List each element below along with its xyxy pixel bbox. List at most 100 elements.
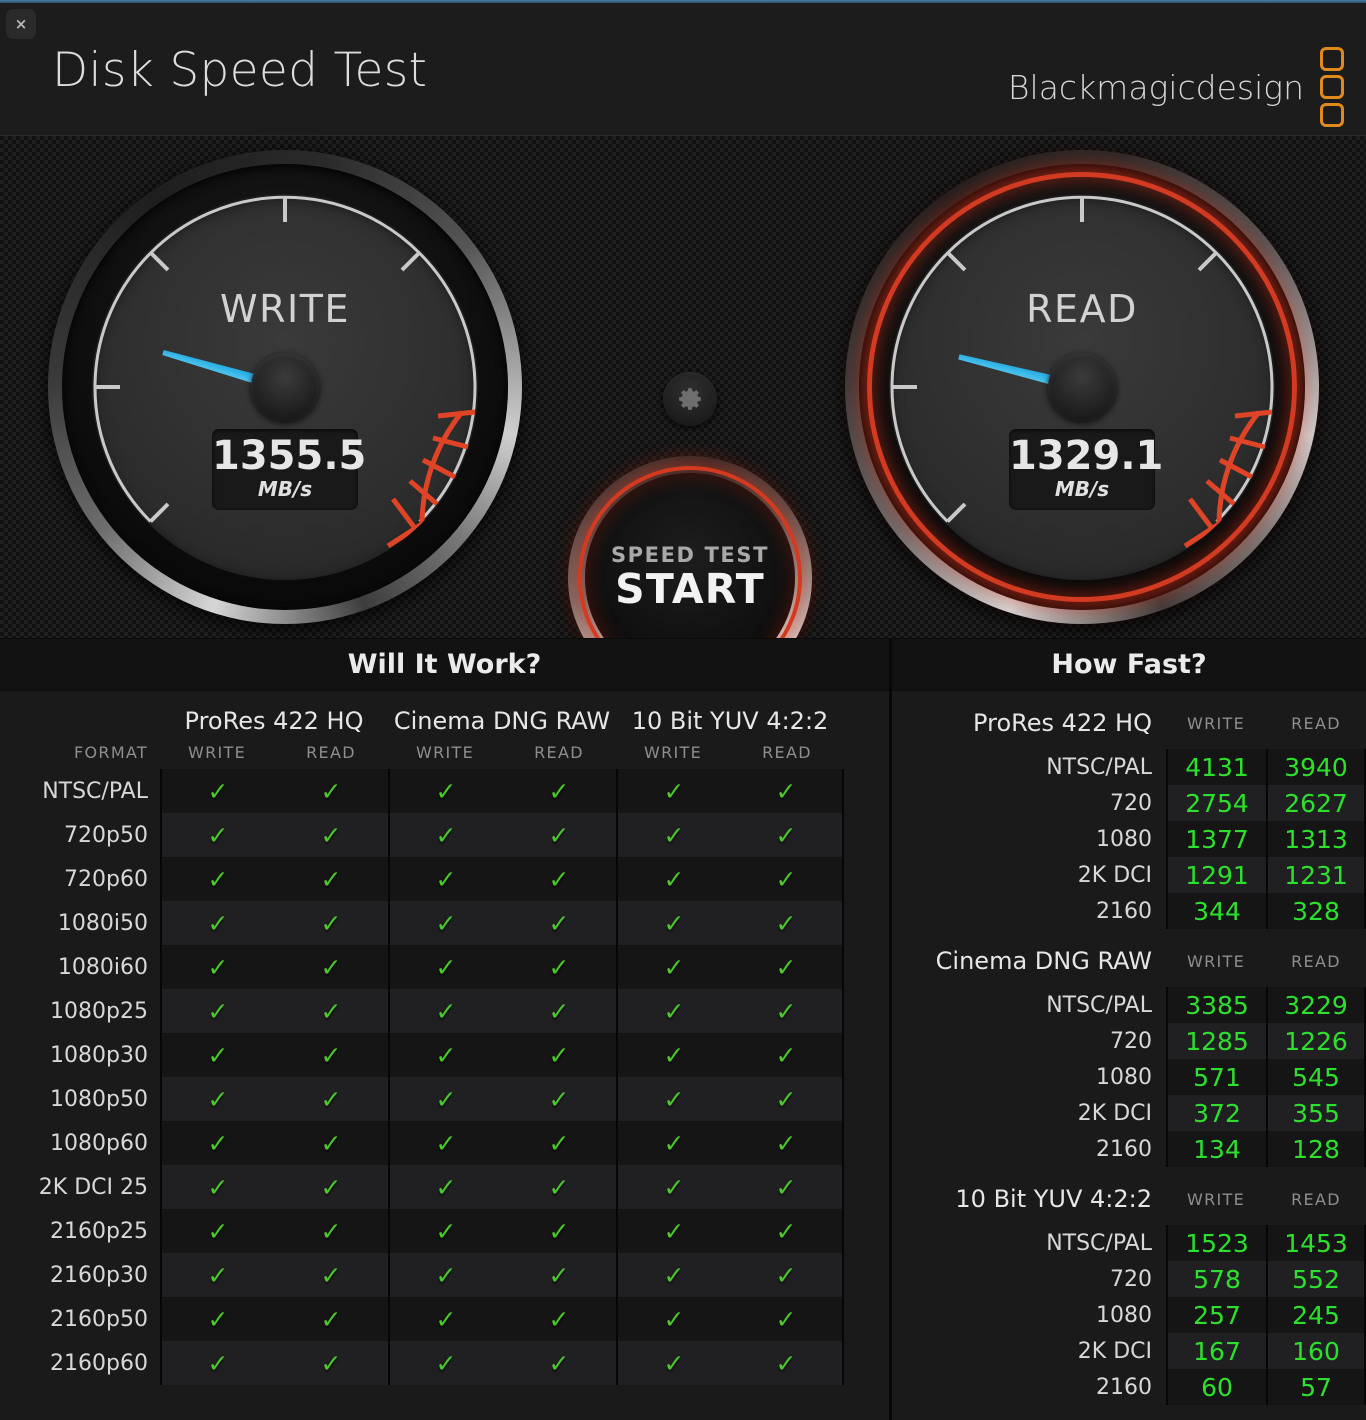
table-row: 1080 257 245: [892, 1297, 1366, 1333]
table-row: NTSC/PAL 1523 1453: [892, 1225, 1366, 1261]
check-icon: ✓: [730, 813, 844, 857]
row-format-label: 2160p50: [50, 1306, 148, 1332]
check-icon: ✓: [160, 1077, 274, 1121]
row-format-label: 2160: [1096, 1374, 1152, 1400]
check-icon: ✓: [502, 1077, 616, 1121]
check-icon: ✓: [502, 1297, 616, 1341]
check-icon: ✓: [388, 769, 502, 813]
row-format-label: NTSC/PAL: [1046, 992, 1152, 1018]
check-icon: ✓: [160, 1121, 274, 1165]
row-format-label: NTSC/PAL: [42, 778, 148, 804]
section-header: ProRes 422 HQ WRITE READ: [892, 697, 1366, 749]
section-title: 10 Bit YUV 4:2:2: [955, 1185, 1152, 1213]
check-icon: ✓: [616, 945, 730, 989]
check-icon: ✓: [502, 1121, 616, 1165]
sub-header-read: READ: [762, 742, 812, 762]
read-speed-value: 1231: [1266, 857, 1366, 893]
read-column-header: READ: [1291, 713, 1341, 733]
write-column-header: WRITE: [1186, 713, 1246, 733]
blackmagic-logo-icon: [1320, 47, 1344, 127]
check-icon: ✓: [388, 1253, 502, 1297]
row-format-label: 720: [1110, 1028, 1152, 1054]
table-row: 1080p50 ✓ ✓ ✓ ✓ ✓ ✓: [0, 1077, 889, 1121]
table-row: 2160p60 ✓ ✓ ✓ ✓ ✓ ✓: [0, 1341, 889, 1385]
check-icon: ✓: [616, 1297, 730, 1341]
check-icon: ✓: [274, 1209, 388, 1253]
write-gauge: WRITE 1355.5 MB/s: [48, 150, 522, 624]
read-speed-value: 245: [1266, 1297, 1366, 1333]
check-icon: ✓: [274, 945, 388, 989]
write-unit: MB/s: [257, 477, 313, 502]
settings-button[interactable]: [663, 372, 717, 426]
row-format-label: 1080p60: [50, 1130, 148, 1156]
speed-test-start-button[interactable]: SPEED TEST START: [568, 456, 812, 700]
table-row: 2K DCI 25 ✓ ✓ ✓ ✓ ✓ ✓: [0, 1165, 889, 1209]
write-speed-value: 571: [1166, 1059, 1266, 1095]
row-format-label: 1080i60: [57, 954, 148, 980]
read-speed-value: 355: [1266, 1095, 1366, 1131]
read-speed-value: 3940: [1266, 749, 1366, 785]
check-icon: ✓: [730, 1253, 844, 1297]
check-icon: ✓: [502, 1253, 616, 1297]
section-title: ProRes 422 HQ: [973, 709, 1152, 737]
will-it-work-sub-header: FORMAT WRITE READ WRITE READ WRITE READ: [0, 735, 889, 769]
check-icon: ✓: [616, 813, 730, 857]
table-row: 2160p25 ✓ ✓ ✓ ✓ ✓ ✓: [0, 1209, 889, 1253]
check-icon: ✓: [274, 901, 388, 945]
start-label-line1: SPEED TEST: [610, 543, 770, 567]
read-speed-value: 160: [1266, 1333, 1366, 1369]
write-speed-value: 344: [1166, 893, 1266, 929]
table-row: 1080p25 ✓ ✓ ✓ ✓ ✓ ✓: [0, 989, 889, 1033]
row-format-label: 2K DCI: [1077, 1100, 1152, 1126]
write-speed-value: 4131: [1166, 749, 1266, 785]
table-row: NTSC/PAL ✓ ✓ ✓ ✓ ✓ ✓: [0, 769, 889, 813]
check-icon: ✓: [616, 1341, 730, 1385]
write-column-header: WRITE: [1186, 1189, 1246, 1209]
read-speed-value: 128: [1266, 1131, 1366, 1167]
brand-logo: Blackmagicdesign: [1008, 47, 1344, 127]
results-area: Will It Work? ProRes 422 HQ Cinema DNG R…: [0, 638, 1366, 1420]
check-icon: ✓: [616, 989, 730, 1033]
row-format-label: 720: [1110, 1266, 1152, 1292]
check-icon: ✓: [274, 1297, 388, 1341]
check-icon: ✓: [274, 769, 388, 813]
check-icon: ✓: [730, 857, 844, 901]
write-speed-value: 1377: [1166, 821, 1266, 857]
disk-speed-test-window: × Disk Speed Test Blackmagicdesign WRITE…: [0, 0, 1366, 1420]
check-icon: ✓: [388, 1077, 502, 1121]
check-icon: ✓: [388, 1209, 502, 1253]
table-row: 720 2754 2627: [892, 785, 1366, 821]
check-icon: ✓: [616, 1033, 730, 1077]
check-icon: ✓: [502, 857, 616, 901]
check-icon: ✓: [274, 857, 388, 901]
row-format-label: 1080p30: [50, 1042, 148, 1068]
check-icon: ✓: [730, 989, 844, 1033]
check-icon: ✓: [274, 1033, 388, 1077]
table-row: 1080i50 ✓ ✓ ✓ ✓ ✓ ✓: [0, 901, 889, 945]
section-header: 10 Bit YUV 4:2:2 WRITE READ: [892, 1173, 1366, 1225]
how-fast-section: ProRes 422 HQ WRITE READ NTSC/PAL 4131 3940 72…: [892, 697, 1366, 929]
table-row: 2160 344 328: [892, 893, 1366, 929]
check-icon: ✓: [274, 989, 388, 1033]
row-format-label: 2K DCI: [1077, 1338, 1152, 1364]
check-icon: ✓: [274, 1077, 388, 1121]
gauge-face: READ 1329.1 MB/s: [889, 194, 1275, 580]
check-icon: ✓: [616, 1209, 730, 1253]
check-icon: ✓: [730, 901, 844, 945]
gauge-hub: [1048, 353, 1116, 421]
row-format-label: 2K DCI: [1077, 862, 1152, 888]
table-row: 720 578 552: [892, 1261, 1366, 1297]
check-icon: ✓: [160, 1253, 274, 1297]
row-format-label: 1080: [1096, 1302, 1152, 1328]
write-speed-value: 2754: [1166, 785, 1266, 821]
sub-header-read: READ: [306, 742, 356, 762]
table-row: 1080p30 ✓ ✓ ✓ ✓ ✓ ✓: [0, 1033, 889, 1077]
how-fast-header: How Fast?: [892, 639, 1366, 691]
how-fast-panel: How Fast? ProRes 422 HQ WRITE READ NTSC/PAL…: [892, 639, 1366, 1420]
close-icon[interactable]: ×: [6, 9, 36, 39]
start-label-line2: START: [615, 565, 765, 613]
gauge-face: WRITE 1355.5 MB/s: [92, 194, 478, 580]
write-speed-value: 1285: [1166, 1023, 1266, 1059]
table-row: 1080p60 ✓ ✓ ✓ ✓ ✓ ✓: [0, 1121, 889, 1165]
write-speed-value: 1523: [1166, 1225, 1266, 1261]
